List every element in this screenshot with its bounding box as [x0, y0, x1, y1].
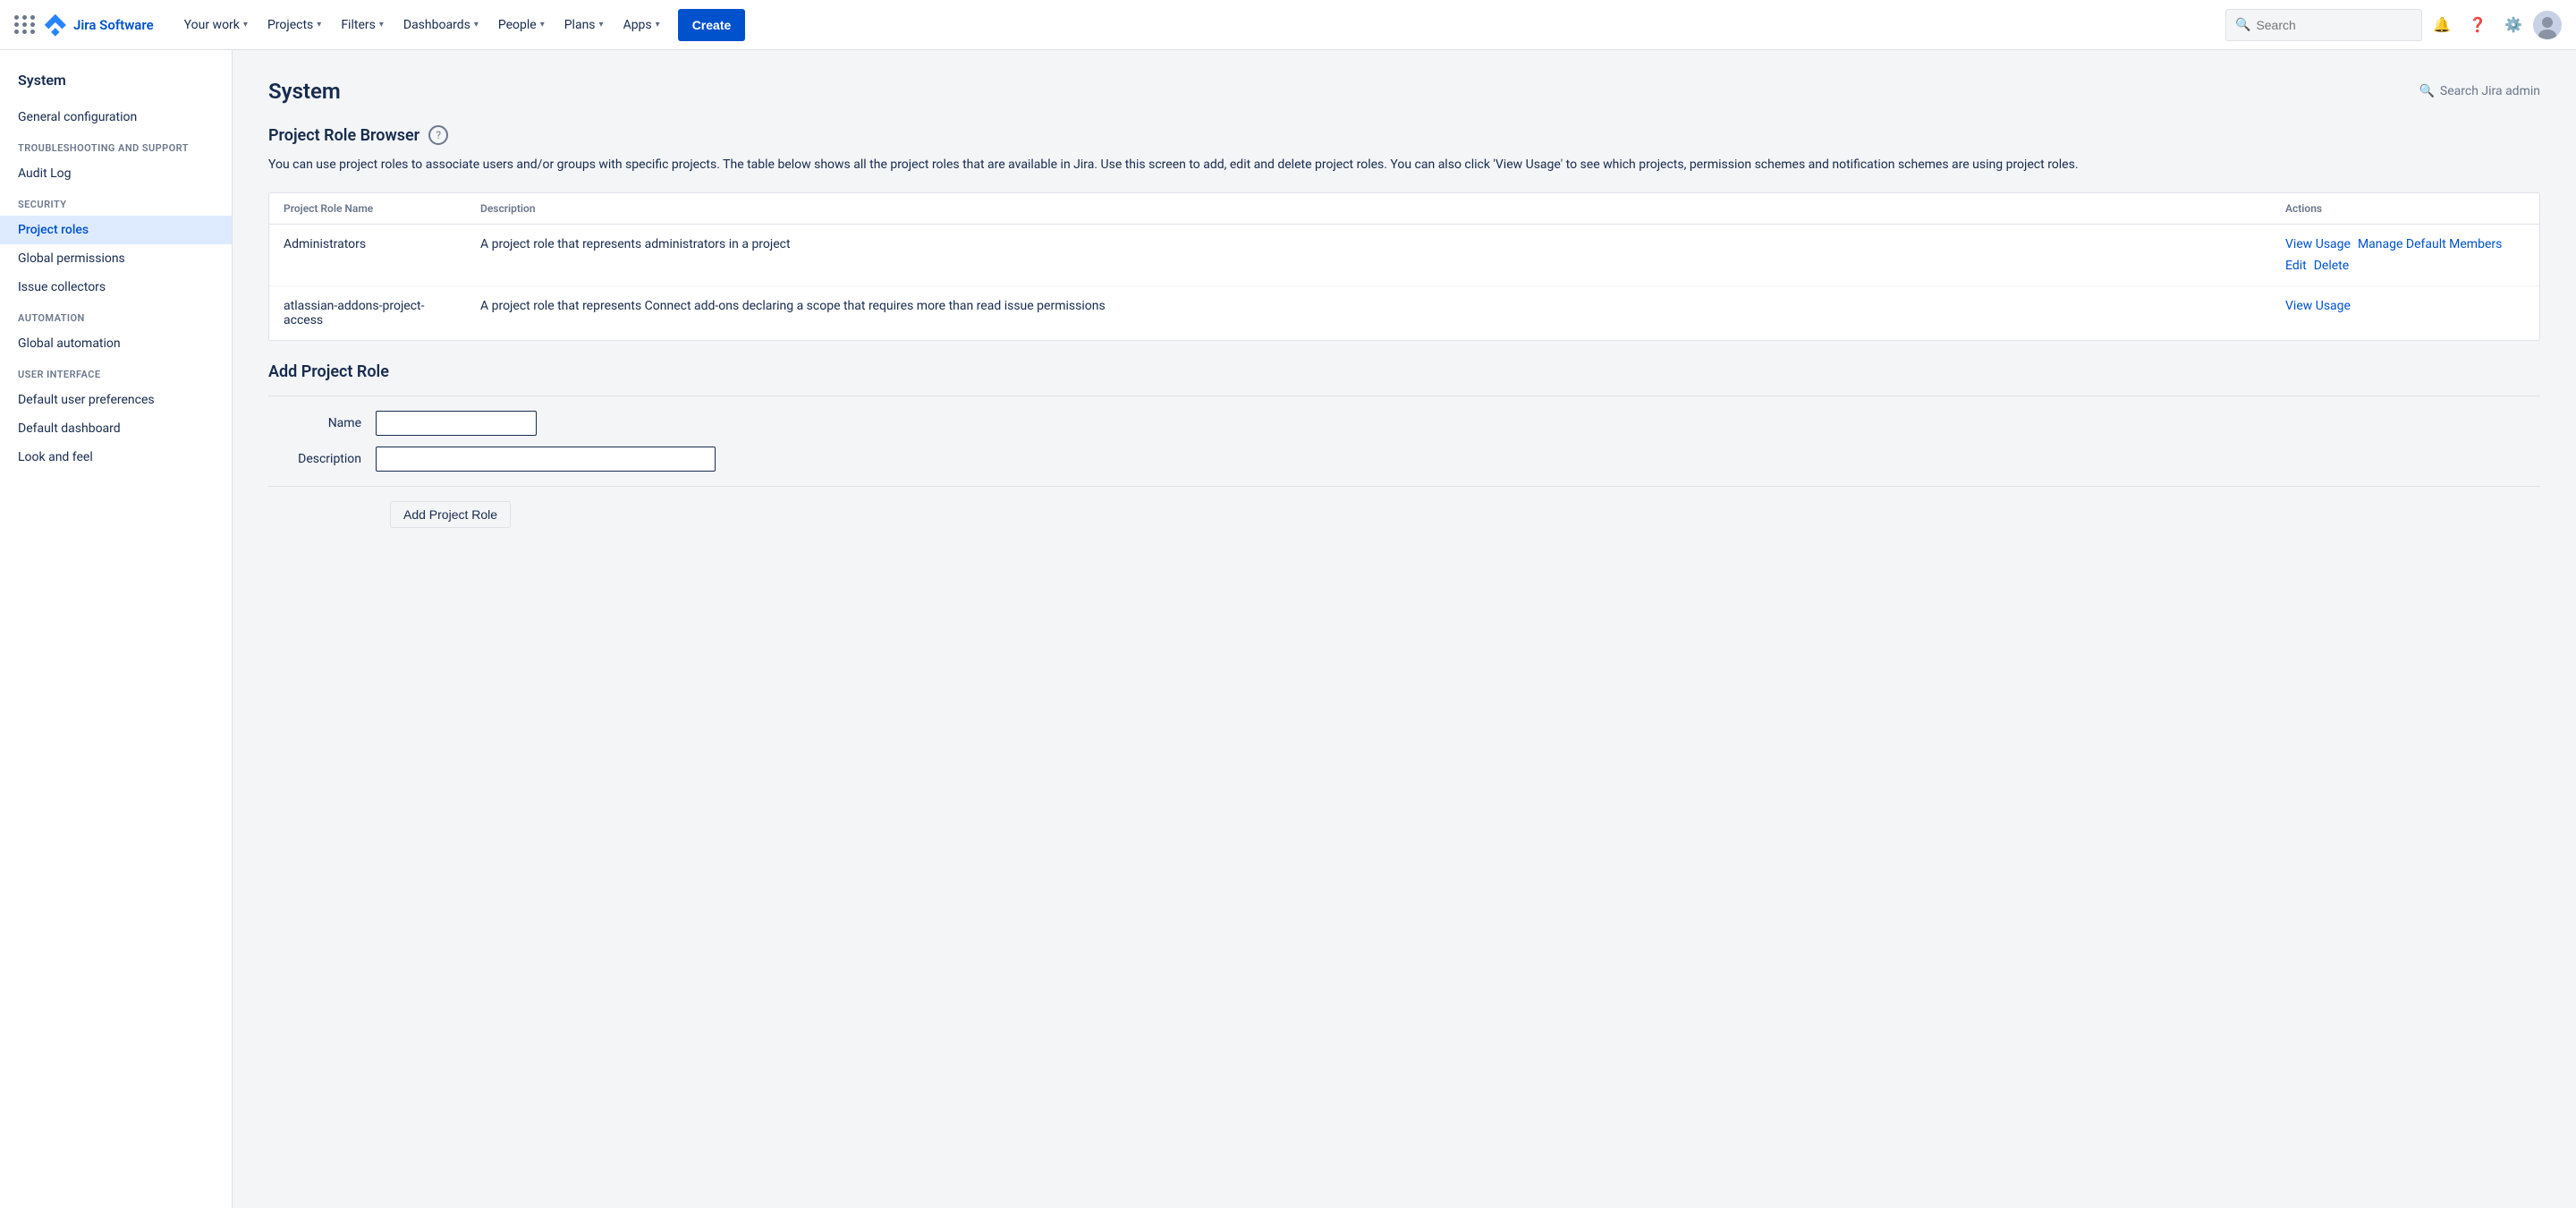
col-header-description: Description: [466, 193, 2271, 225]
topnav-apps[interactable]: Apps ▾: [614, 7, 669, 43]
table-row: atlassian-addons-project-access A projec…: [269, 286, 2539, 341]
description-label: Description: [268, 452, 376, 466]
sidebar-section-troubleshooting: Troubleshooting and Support: [0, 132, 232, 159]
search-box[interactable]: 🔍: [2225, 9, 2422, 41]
topnav-plans[interactable]: Plans ▾: [555, 7, 613, 43]
roles-table-container: Project Role Name Description Actions Ad…: [268, 192, 2540, 341]
sidebar-item-project-roles[interactable]: Project roles: [0, 216, 232, 244]
logo-text: Jira Software: [73, 17, 154, 33]
sidebar: System General configuration Troubleshoo…: [0, 50, 233, 1208]
chevron-down-icon: ▾: [540, 20, 545, 30]
sidebar-item-default-user-preferences[interactable]: Default user preferences: [0, 386, 232, 414]
form-actions: Add Project Role: [268, 501, 2540, 549]
search-jira-admin-link[interactable]: 🔍 Search Jira admin: [2419, 84, 2540, 98]
role-actions: View Usage: [2271, 286, 2539, 341]
sidebar-item-audit-log[interactable]: Audit Log: [0, 159, 232, 188]
name-form-row: Name: [268, 411, 2540, 436]
description-form-row: Description: [268, 447, 2540, 472]
sidebar-section-automation: Automation: [0, 302, 232, 329]
topnav-dashboards[interactable]: Dashboards ▾: [394, 7, 487, 43]
role-name: Administrators: [269, 225, 466, 286]
chevron-down-icon: ▾: [474, 20, 479, 30]
sidebar-section-security: Security: [0, 188, 232, 216]
col-header-name: Project Role Name: [269, 193, 466, 225]
roles-table: Project Role Name Description Actions Ad…: [269, 193, 2539, 340]
chevron-down-icon: ▾: [599, 20, 604, 30]
page-title: System: [268, 79, 341, 104]
help-button[interactable]: ❓: [2462, 9, 2494, 41]
chevron-down-icon: ▾: [656, 20, 660, 30]
table-row: Administrators A project role that repre…: [269, 225, 2539, 286]
chevron-down-icon: ▾: [243, 20, 248, 30]
sidebar-item-global-permissions[interactable]: Global permissions: [0, 244, 232, 273]
view-usage-link-1[interactable]: View Usage: [2285, 299, 2351, 313]
manage-default-members-link-0[interactable]: Manage Default Members: [2358, 237, 2502, 251]
topnav-projects[interactable]: Projects ▾: [258, 7, 330, 43]
sidebar-title: System: [0, 72, 232, 103]
sidebar-item-issue-collectors[interactable]: Issue collectors: [0, 273, 232, 302]
topnav: Jira Software Your work ▾ Projects ▾ Fil…: [0, 0, 2576, 50]
description-input[interactable]: [376, 447, 716, 472]
avatar[interactable]: [2533, 11, 2562, 39]
topnav-filters[interactable]: Filters ▾: [332, 7, 393, 43]
help-icon[interactable]: ?: [428, 125, 448, 145]
role-description: A project role that represents Connect a…: [466, 286, 2271, 341]
topnav-right: 🔍 🔔 ❓ ⚙️: [2225, 9, 2562, 41]
search-input[interactable]: [2256, 18, 2412, 32]
search-icon: 🔍: [2235, 18, 2250, 32]
role-description: A project role that represents administr…: [466, 225, 2271, 286]
layout: System General configuration Troubleshoo…: [0, 50, 2576, 1208]
name-label: Name: [268, 416, 376, 430]
notifications-button[interactable]: 🔔: [2426, 9, 2458, 41]
topnav-links: Your work ▾ Projects ▾ Filters ▾ Dashboa…: [175, 7, 2225, 43]
sidebar-item-general-configuration[interactable]: General configuration: [0, 103, 232, 132]
section-title: Project Role Browser: [268, 126, 419, 145]
form-bottom-divider: [268, 486, 2540, 487]
sidebar-section-user-interface: User Interface: [0, 358, 232, 386]
topnav-your-work[interactable]: Your work ▾: [175, 7, 257, 43]
view-usage-link-0[interactable]: View Usage: [2285, 237, 2351, 251]
chevron-down-icon: ▾: [379, 20, 384, 30]
section-description: You can use project roles to associate u…: [268, 156, 2540, 174]
chevron-down-icon: ▾: [317, 20, 321, 30]
topnav-people[interactable]: People ▾: [489, 7, 554, 43]
main-content: System 🔍 Search Jira admin Project Role …: [233, 50, 2576, 1208]
logo[interactable]: Jira Software: [43, 13, 154, 38]
create-button[interactable]: Create: [678, 9, 746, 41]
edit-link-0[interactable]: Edit: [2285, 259, 2307, 273]
search-admin-icon: 🔍: [2419, 84, 2434, 98]
sidebar-item-look-and-feel[interactable]: Look and feel: [0, 443, 232, 472]
settings-button[interactable]: ⚙️: [2497, 9, 2529, 41]
add-project-role-section: Add Project Role Name Description Add Pr…: [268, 341, 2540, 549]
role-actions: View Usage Manage Default Members Edit D…: [2271, 225, 2539, 286]
page-header: System 🔍 Search Jira admin: [268, 79, 2540, 104]
add-role-title: Add Project Role: [268, 362, 2540, 381]
add-project-role-button[interactable]: Add Project Role: [390, 501, 511, 528]
sidebar-item-default-dashboard[interactable]: Default dashboard: [0, 414, 232, 443]
name-input[interactable]: [376, 411, 537, 436]
role-name: atlassian-addons-project-access: [269, 286, 466, 341]
grid-menu-button[interactable]: [14, 15, 36, 34]
col-header-actions: Actions: [2271, 193, 2539, 225]
delete-link-0[interactable]: Delete: [2314, 259, 2349, 273]
sidebar-item-global-automation[interactable]: Global automation: [0, 329, 232, 358]
